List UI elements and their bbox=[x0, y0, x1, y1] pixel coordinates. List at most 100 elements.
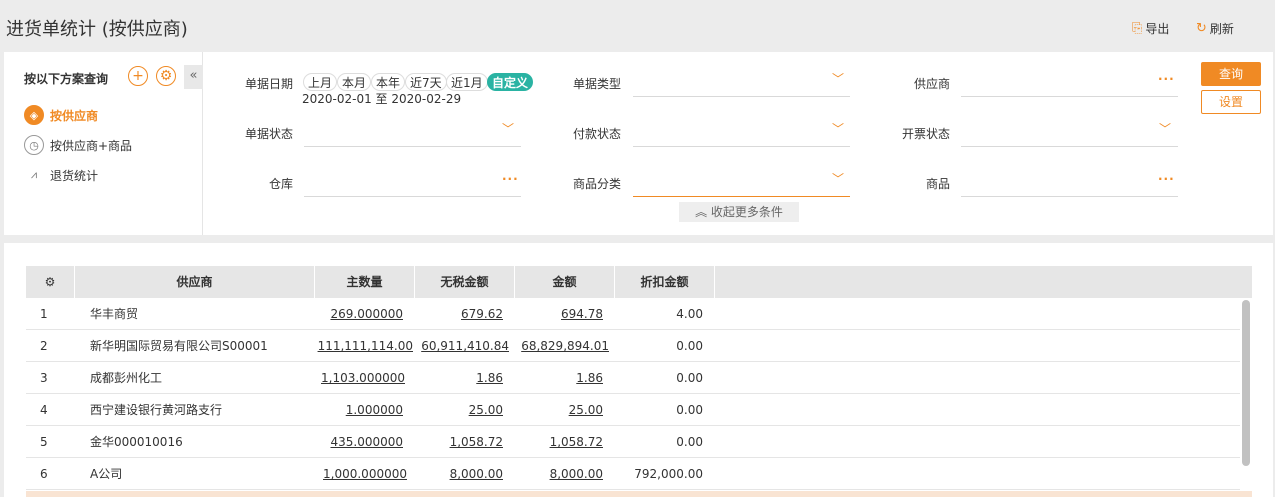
scheme-sidebar: 按以下方案查询 + ⚙ « ◈ 按供应商 ◷ 按供应商+商品 ⩘ 退货统计 bbox=[4, 52, 203, 235]
cell-amount[interactable]: 68,829,894.01 bbox=[515, 330, 615, 362]
cell-qty[interactable]: 269.000000 bbox=[315, 298, 403, 330]
col-discount[interactable]: 折扣金额 bbox=[615, 266, 715, 298]
chevron-down-icon[interactable]: ﹀ bbox=[832, 120, 844, 137]
payment-status-select[interactable] bbox=[633, 146, 850, 147]
cell-amount[interactable]: 1,058.72 bbox=[515, 426, 603, 458]
table-row[interactable]: 5 金华000010016 435.000000 1,058.72 1,058.… bbox=[26, 426, 1240, 458]
cell-net-amount[interactable]: 1,058.72 bbox=[415, 426, 503, 458]
export-button[interactable]: ⎘ 导出 bbox=[1132, 20, 1169, 37]
scheme-item-returns[interactable]: ⩘ 退货统计 bbox=[24, 165, 98, 185]
more-dots-icon[interactable]: ··· bbox=[1158, 172, 1175, 186]
chevron-up-icon: ︽ bbox=[695, 205, 708, 219]
chevron-down-icon[interactable]: ﹀ bbox=[832, 70, 844, 87]
cell-qty[interactable]: 1,000.000000 bbox=[315, 458, 407, 490]
cell-amount[interactable]: 25.00 bbox=[515, 394, 603, 426]
chevron-down-icon[interactable]: ﹀ bbox=[1159, 120, 1171, 137]
refresh-button[interactable]: ↻ 刷新 bbox=[1196, 20, 1234, 37]
cube-icon: ◈ bbox=[24, 105, 44, 125]
col-amount[interactable]: 金额 bbox=[515, 266, 615, 298]
cell-net-amount[interactable]: 8,000.00 bbox=[415, 458, 503, 490]
product-label: 商品 bbox=[925, 177, 950, 191]
col-supplier[interactable]: 供应商 bbox=[75, 266, 315, 298]
date-chip-last-month[interactable]: 上月 bbox=[303, 73, 338, 91]
table-row[interactable]: 4 西宁建设银行黄河路支行 1.000000 25.00 25.00 0.00 bbox=[26, 394, 1240, 426]
table-row[interactable]: 3 成都彭州化工 1,103.000000 1.86 1.86 0.00 bbox=[26, 362, 1240, 394]
collapse-more-conditions-button[interactable]: ︽ 收起更多条件 bbox=[679, 202, 799, 222]
more-dots-icon[interactable]: ··· bbox=[502, 172, 519, 186]
clock-icon: ◷ bbox=[24, 135, 44, 155]
invoice-status-select[interactable] bbox=[961, 146, 1178, 147]
scheme-item-by-supplier-product[interactable]: ◷ 按供应商+商品 bbox=[24, 135, 132, 155]
chevron-down-icon[interactable]: ﹀ bbox=[502, 120, 514, 137]
cell-supplier: 金华000010016 bbox=[90, 435, 183, 449]
row-index: 2 bbox=[40, 339, 48, 353]
cell-amount[interactable]: 694.78 bbox=[515, 298, 603, 330]
cell-net-amount[interactable]: 679.62 bbox=[415, 298, 503, 330]
more-toggle-label: 收起更多条件 bbox=[710, 205, 783, 219]
col-qty[interactable]: 主数量 bbox=[315, 266, 415, 298]
warehouse-field[interactable] bbox=[304, 196, 521, 197]
date-chip-this-year[interactable]: 本年 bbox=[371, 73, 406, 91]
table-panel: ⚙ 供应商 主数量 无税金额 金额 折扣金额 1 华丰商贸 269.000000… bbox=[4, 243, 1273, 497]
gear-circle-icon[interactable]: ⚙ bbox=[156, 66, 176, 86]
cell-net-amount[interactable]: 60,911,410.84 bbox=[415, 330, 515, 362]
date-chip-last-7-days[interactable]: 近7天 bbox=[405, 73, 447, 91]
cell-amount[interactable]: 1.86 bbox=[515, 362, 603, 394]
query-button[interactable]: 查询 bbox=[1201, 62, 1261, 86]
filter-panel: 按以下方案查询 + ⚙ « ◈ 按供应商 ◷ 按供应商+商品 ⩘ 退货统计 单据… bbox=[4, 52, 1273, 235]
date-chip-this-month[interactable]: 本月 bbox=[337, 73, 372, 91]
refresh-label: 刷新 bbox=[1209, 22, 1234, 36]
doc-status-select[interactable] bbox=[304, 146, 521, 147]
cell-discount: 0.00 bbox=[676, 435, 703, 449]
export-icon: ⎘ bbox=[1132, 21, 1143, 36]
cell-net-amount[interactable]: 25.00 bbox=[415, 394, 503, 426]
cell-supplier: 成都彭州化工 bbox=[90, 371, 163, 385]
table-row[interactable]: 1 华丰商贸 269.000000 679.62 694.78 4.00 bbox=[26, 298, 1240, 330]
cell-supplier: 新华明国际贸易有限公司S00001 bbox=[90, 339, 268, 353]
scrollbar-thumb[interactable] bbox=[1242, 300, 1250, 466]
cell-qty[interactable]: 111,111,114.00 bbox=[315, 330, 415, 362]
doc-date-label: 单据日期 bbox=[244, 77, 293, 91]
settings-button[interactable]: 设置 bbox=[1201, 90, 1261, 114]
cell-supplier: 华丰商贸 bbox=[90, 307, 139, 321]
cell-amount[interactable]: 8,000.00 bbox=[515, 458, 603, 490]
double-chevron-left-icon[interactable]: « bbox=[184, 65, 203, 89]
scheme-title: 按以下方案查询 bbox=[24, 72, 109, 86]
vertical-scrollbar[interactable] bbox=[1240, 298, 1252, 468]
table-body: 1 华丰商贸 269.000000 679.62 694.78 4.00 2 新… bbox=[26, 298, 1240, 490]
payment-status-label: 付款状态 bbox=[572, 127, 621, 141]
chart-icon: ⩘ bbox=[30, 168, 38, 181]
column-settings-icon[interactable]: ⚙ bbox=[26, 266, 75, 298]
row-index: 3 bbox=[40, 371, 48, 385]
cell-qty[interactable]: 435.000000 bbox=[315, 426, 403, 458]
refresh-icon: ↻ bbox=[1196, 21, 1207, 36]
date-chip-custom[interactable]: 自定义 bbox=[487, 73, 534, 91]
scheme-item-by-supplier[interactable]: ◈ 按供应商 bbox=[24, 105, 98, 125]
category-label: 商品分类 bbox=[572, 177, 621, 191]
cell-qty[interactable]: 1,103.000000 bbox=[315, 362, 405, 394]
category-select[interactable] bbox=[633, 196, 850, 197]
supplier-field[interactable] bbox=[961, 96, 1178, 97]
plus-circle-icon[interactable]: + bbox=[128, 66, 148, 86]
page-header: 进货单统计 (按供应商) ⎘ 导出 ↻ 刷新 bbox=[0, 0, 1275, 52]
product-field[interactable] bbox=[961, 196, 1178, 197]
date-chip-last-1-month[interactable]: 近1月 bbox=[446, 73, 488, 91]
more-dots-icon[interactable]: ··· bbox=[1158, 72, 1175, 86]
scheme-item-label: 退货统计 bbox=[50, 168, 99, 183]
table-row[interactable] bbox=[26, 491, 1252, 497]
cell-discount: 0.00 bbox=[676, 371, 703, 385]
col-net-amount[interactable]: 无税金额 bbox=[415, 266, 515, 298]
date-range[interactable]: 2020-02-01 至 2020-02-29 bbox=[302, 90, 461, 107]
row-index: 1 bbox=[40, 307, 48, 321]
chevron-down-icon[interactable]: ﹀ bbox=[832, 170, 844, 187]
table-row[interactable]: 2 新华明国际贸易有限公司S00001 111,111,114.00 60,91… bbox=[26, 330, 1240, 362]
table-row[interactable]: 6 A公司 1,000.000000 8,000.00 8,000.00 792… bbox=[26, 458, 1240, 490]
table-header: ⚙ 供应商 主数量 无税金额 金额 折扣金额 bbox=[26, 266, 1252, 298]
cell-supplier: 西宁建设银行黄河路支行 bbox=[90, 403, 223, 417]
export-label: 导出 bbox=[1145, 22, 1170, 36]
cell-qty[interactable]: 1.000000 bbox=[315, 394, 403, 426]
cell-discount: 0.00 bbox=[676, 339, 703, 353]
doc-type-label: 单据类型 bbox=[572, 77, 621, 91]
doc-type-select[interactable] bbox=[633, 96, 850, 97]
cell-net-amount[interactable]: 1.86 bbox=[415, 362, 503, 394]
